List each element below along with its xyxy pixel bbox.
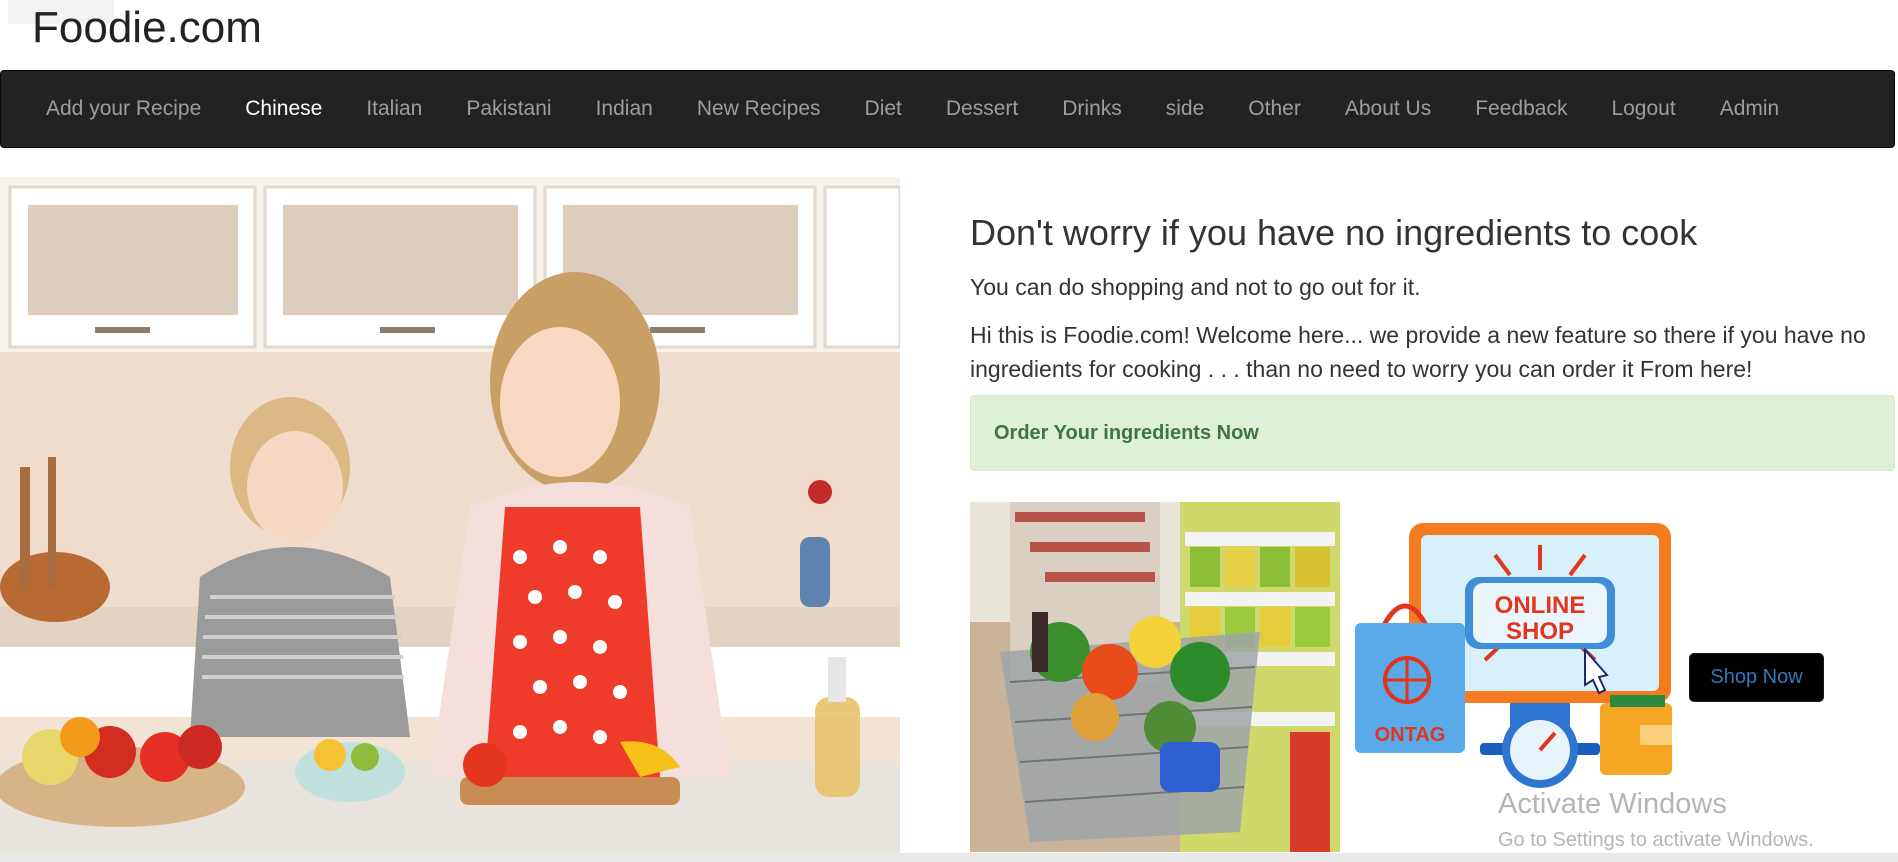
bag-label: ONTAG	[1375, 724, 1446, 746]
shop-now-button[interactable]: Shop Now	[1689, 653, 1824, 702]
nav-item-logout[interactable]: Logout	[1589, 70, 1697, 148]
navbar: Add your Recipe Chinese Italian Pakistani In…	[0, 70, 1895, 148]
subheading: You can do shopping and not to go out fo…	[970, 274, 1421, 300]
site-logo[interactable]: Foodie.com	[32, 2, 262, 54]
online-shop-line2: SHOP	[1506, 618, 1574, 645]
nav-item-diet[interactable]: Diet	[843, 70, 924, 148]
nav-item-new-recipes[interactable]: New Recipes	[675, 70, 843, 148]
nav-item-indian[interactable]: Indian	[574, 70, 675, 148]
nav-item-chinese[interactable]: Chinese	[223, 70, 344, 148]
horizontal-scrollbar[interactable]	[0, 853, 1898, 862]
nav-item-feedback[interactable]: Feedback	[1453, 70, 1589, 148]
online-shop-line1: ONLINE	[1495, 592, 1586, 619]
nav-item-dessert[interactable]: Dessert	[924, 70, 1040, 148]
nav-item-side[interactable]: side	[1144, 70, 1227, 148]
nav-item-italian[interactable]: Italian	[344, 70, 444, 148]
supermarket-cart-image	[970, 502, 1340, 852]
hero-cooking-image	[0, 177, 900, 853]
nav-item-other[interactable]: Other	[1226, 70, 1323, 148]
activate-windows-title: Activate Windows	[1498, 788, 1727, 820]
nav-item-drinks[interactable]: Drinks	[1040, 70, 1144, 148]
main-content: Don't worry if you have no ingredients t…	[970, 200, 1895, 386]
nav-item-pakistani[interactable]: Pakistani	[444, 70, 573, 148]
online-shop-graphic: ONLINE SHOP ONTAG	[1355, 515, 1680, 795]
nav-item-about-us[interactable]: About Us	[1323, 70, 1453, 148]
activate-windows-subtitle: Go to Settings to activate Windows.	[1498, 829, 1814, 851]
intro-paragraph: Hi this is Foodie.com! Welcome here... w…	[970, 322, 1866, 382]
page-heading: Don't worry if you have no ingredients t…	[970, 212, 1698, 253]
nav-list: Add your Recipe Chinese Italian Pakistani In…	[1, 71, 1894, 147]
nav-item-add-your-recipe[interactable]: Add your Recipe	[24, 70, 223, 148]
nav-item-admin[interactable]: Admin	[1698, 70, 1802, 148]
order-ingredients-link[interactable]: Order Your ingredients Now	[994, 422, 1259, 445]
order-alert: Order Your ingredients Now	[970, 395, 1895, 471]
